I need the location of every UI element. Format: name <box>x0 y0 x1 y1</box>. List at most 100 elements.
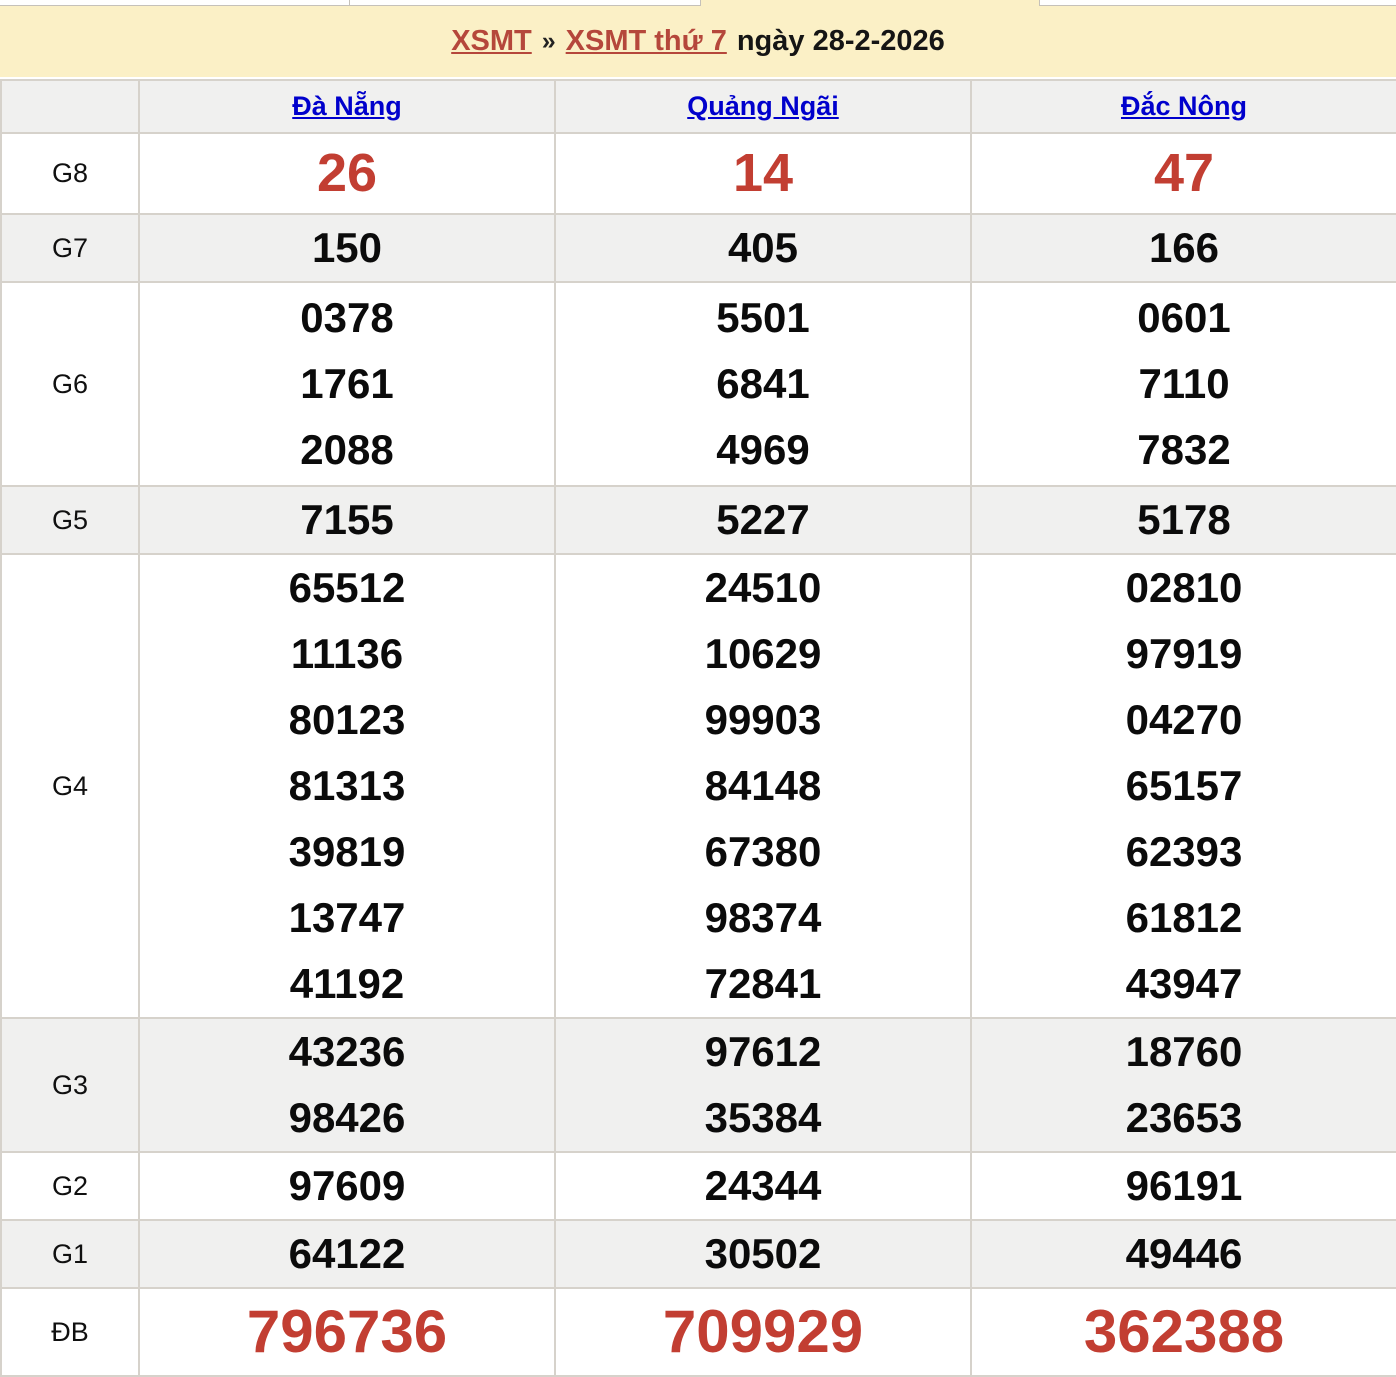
prize-number: 14 <box>556 135 970 212</box>
prize-number: 47 <box>972 135 1396 212</box>
prize-label-g8: G8 <box>1 133 139 214</box>
tab-edge-segment <box>1390 0 1396 6</box>
prize-number: 11136 <box>140 621 554 687</box>
prize-number: 39819 <box>140 819 554 885</box>
prize-number: 81313 <box>140 753 554 819</box>
prize-number: 96191 <box>972 1153 1396 1219</box>
prize-number: 7110 <box>972 351 1396 417</box>
prize-number: 6841 <box>556 351 970 417</box>
prize-values-cell: 9761235384 <box>555 1018 971 1152</box>
tab-edge-segment <box>350 0 700 6</box>
prize-number: 72841 <box>556 951 970 1017</box>
prize-row-g4: G465512111368012381313398191374741192245… <box>1 554 1396 1018</box>
prize-label-g1: G1 <box>1 1220 139 1288</box>
prize-row-g1: G1641223050249446 <box>1 1220 1396 1288</box>
breadcrumb-link-xsmt-day[interactable]: XSMT thứ 7 <box>566 25 727 58</box>
prize-row-g5: G5715552275178 <box>1 486 1396 554</box>
prize-row-g8: G8261447 <box>1 133 1396 214</box>
prize-number: 796736 <box>140 1290 554 1374</box>
breadcrumb: XSMT » XSMT thứ 7 ngày 28-2-2026 <box>0 6 1396 77</box>
prize-number: 97919 <box>972 621 1396 687</box>
prize-values-cell: 550168414969 <box>555 282 971 486</box>
prize-values-cell: 405 <box>555 214 971 282</box>
prize-number: 10629 <box>556 621 970 687</box>
prize-number: 67380 <box>556 819 970 885</box>
prize-number: 709929 <box>556 1290 970 1374</box>
prize-values-cell: 26 <box>139 133 555 214</box>
breadcrumb-link-xsmt[interactable]: XSMT <box>451 25 532 58</box>
prize-values-cell: 166 <box>971 214 1396 282</box>
prize-values-cell: 65512111368012381313398191374741192 <box>139 554 555 1018</box>
corner-cell <box>1 80 139 133</box>
tab-edge-segment <box>0 0 350 6</box>
prize-row-g7: G7150405166 <box>1 214 1396 282</box>
prize-values-cell: 49446 <box>971 1220 1396 1288</box>
province-link-2[interactable]: Quảng Ngãi <box>687 91 839 121</box>
prize-values-cell: 362388 <box>971 1288 1396 1376</box>
prize-number: 18760 <box>972 1019 1396 1085</box>
prize-number: 35384 <box>556 1085 970 1151</box>
prize-number: 23653 <box>972 1085 1396 1151</box>
prize-values-cell: 150 <box>139 214 555 282</box>
prize-label-g6: G6 <box>1 282 139 486</box>
prize-number: 97609 <box>140 1153 554 1219</box>
prize-number: 0601 <box>972 285 1396 351</box>
prize-values-cell: 709929 <box>555 1288 971 1376</box>
prize-label-g2: G2 <box>1 1152 139 1220</box>
prize-number: 61812 <box>972 885 1396 951</box>
tab-edge-segment <box>1040 0 1390 6</box>
prize-number: 49446 <box>972 1221 1396 1287</box>
prize-values-cell: 4323698426 <box>139 1018 555 1152</box>
prize-number: 0378 <box>140 285 554 351</box>
prize-number: 4969 <box>556 417 970 483</box>
prize-number: 24510 <box>556 555 970 621</box>
prize-values-cell: 7155 <box>139 486 555 554</box>
active-tab-edge-segment <box>700 0 1040 6</box>
prize-values-cell: 97609 <box>139 1152 555 1220</box>
prize-row-g6: G6037817612088550168414969060171107832 <box>1 282 1396 486</box>
prize-number: 13747 <box>140 885 554 951</box>
prize-values-cell: 64122 <box>139 1220 555 1288</box>
prize-values-cell: 796736 <box>139 1288 555 1376</box>
prize-number: 5178 <box>972 487 1396 553</box>
lottery-results-table: Đà Nẵng Quảng Ngãi Đắc Nông G8261447G715040… <box>0 79 1396 1377</box>
prize-row-db: ĐB796736709929362388 <box>1 1288 1396 1376</box>
breadcrumb-date: ngày 28-2-2026 <box>737 25 945 58</box>
province-header-cell: Đắc Nông <box>971 80 1396 133</box>
prize-number: 405 <box>556 215 970 281</box>
prize-number: 84148 <box>556 753 970 819</box>
prize-number: 65512 <box>140 555 554 621</box>
prize-number: 80123 <box>140 687 554 753</box>
prize-number: 65157 <box>972 753 1396 819</box>
prize-number: 98426 <box>140 1085 554 1151</box>
prize-values-cell: 24510106299990384148673809837472841 <box>555 554 971 1018</box>
prize-values-cell: 037817612088 <box>139 282 555 486</box>
prize-values-cell: 47 <box>971 133 1396 214</box>
prize-number: 5501 <box>556 285 970 351</box>
breadcrumb-separator: » <box>542 27 556 56</box>
prize-number: 150 <box>140 215 554 281</box>
prize-number: 26 <box>140 135 554 212</box>
prize-number: 5227 <box>556 487 970 553</box>
province-header-cell: Quảng Ngãi <box>555 80 971 133</box>
prize-number: 98374 <box>556 885 970 951</box>
province-link-3[interactable]: Đắc Nông <box>1121 91 1247 121</box>
prize-number: 64122 <box>140 1221 554 1287</box>
prize-row-g2: G2976092434496191 <box>1 1152 1396 1220</box>
prize-number: 30502 <box>556 1221 970 1287</box>
prize-number: 1761 <box>140 351 554 417</box>
prize-number: 43947 <box>972 951 1396 1017</box>
prize-number: 24344 <box>556 1153 970 1219</box>
prize-label-g5: G5 <box>1 486 139 554</box>
prize-values-cell: 30502 <box>555 1220 971 1288</box>
prize-number: 43236 <box>140 1019 554 1085</box>
prize-number: 7155 <box>140 487 554 553</box>
province-link-1[interactable]: Đà Nẵng <box>292 91 402 121</box>
prize-number: 166 <box>972 215 1396 281</box>
province-header-cell: Đà Nẵng <box>139 80 555 133</box>
prize-number: 41192 <box>140 951 554 1017</box>
prize-values-cell: 14 <box>555 133 971 214</box>
prize-values-cell: 02810979190427065157623936181243947 <box>971 554 1396 1018</box>
prize-label-g4: G4 <box>1 554 139 1018</box>
prize-number: 99903 <box>556 687 970 753</box>
